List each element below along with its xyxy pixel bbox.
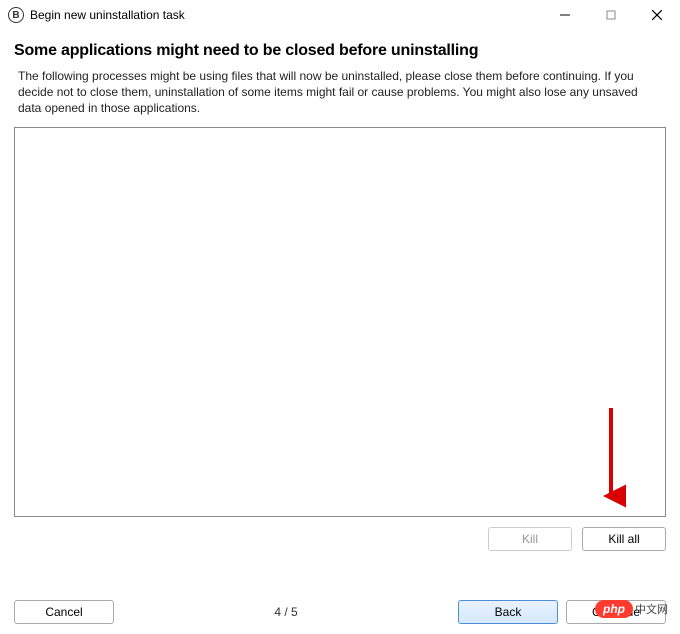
footer: Cancel 4 / 5 Back Continue — [0, 600, 680, 624]
kill-button[interactable]: Kill — [488, 527, 572, 551]
maximize-button[interactable] — [588, 0, 634, 30]
cancel-button[interactable]: Cancel — [14, 600, 114, 624]
back-button[interactable]: Back — [458, 600, 558, 624]
kill-all-button[interactable]: Kill all — [582, 527, 666, 551]
minimize-button[interactable] — [542, 0, 588, 30]
window-title: Begin new uninstallation task — [30, 8, 185, 22]
process-listbox[interactable] — [14, 127, 666, 517]
content-area: Some applications might need to be close… — [0, 42, 680, 517]
page-heading: Some applications might need to be close… — [14, 42, 666, 60]
kill-button-row: Kill Kill all — [0, 527, 680, 551]
continue-button[interactable]: Continue — [566, 600, 666, 624]
page-description: The following processes might be using f… — [18, 68, 662, 117]
titlebar: B Begin new uninstallation task — [0, 0, 680, 30]
close-button[interactable] — [634, 0, 680, 30]
window-controls — [542, 0, 680, 30]
step-progress: 4 / 5 — [122, 605, 450, 619]
app-icon: B — [8, 7, 24, 23]
